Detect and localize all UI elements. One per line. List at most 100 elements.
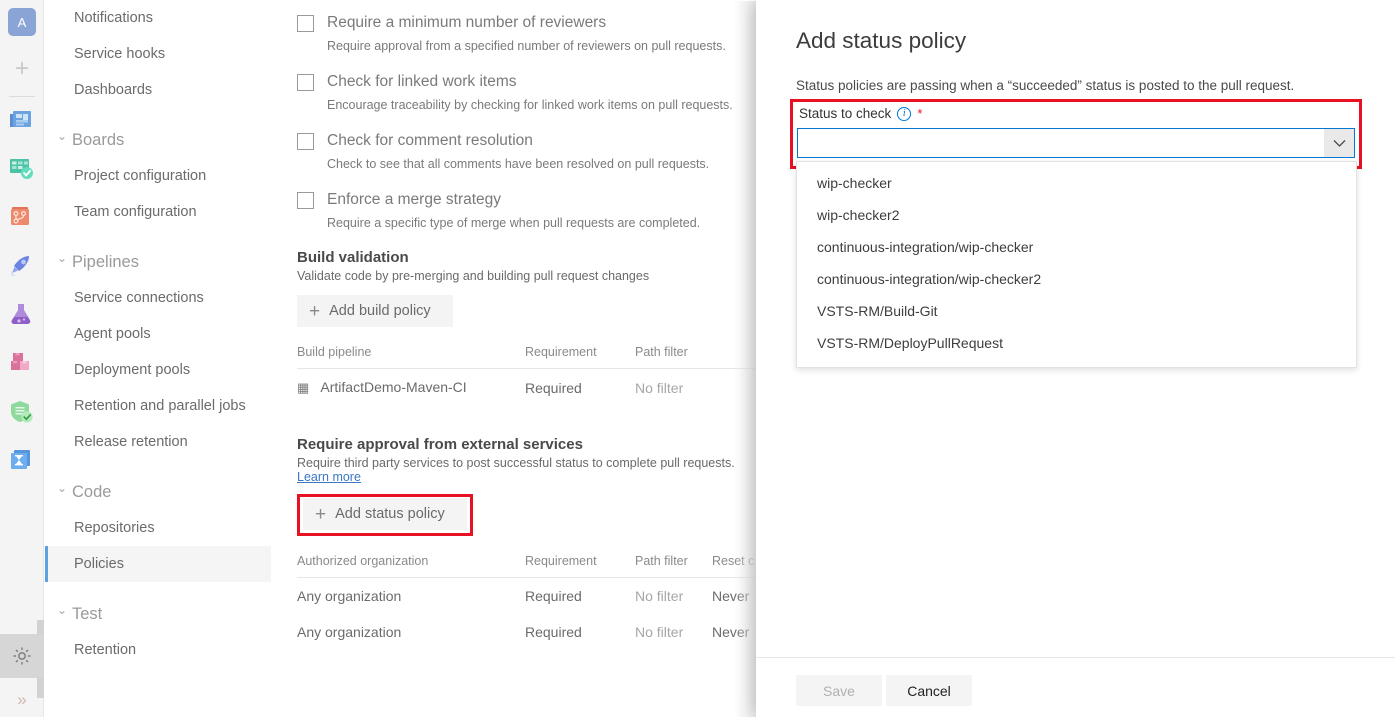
- sidebar-item-label: Project configuration: [74, 168, 206, 184]
- col-path-filter: Path filter: [635, 345, 756, 369]
- test-plans-icon[interactable]: [9, 302, 35, 328]
- pipelines-icon[interactable]: [9, 254, 35, 280]
- sidebar-item-label: Agent pools: [74, 326, 151, 342]
- add-build-policy-button[interactable]: + Add build policy: [297, 295, 453, 327]
- settings-nav: NotificationsService hooksDashboards⌄Boa…: [45, 0, 271, 717]
- policy-description: Require a specific type of merge when pu…: [327, 215, 756, 231]
- learn-more-link[interactable]: Learn more: [297, 470, 361, 484]
- sidebar-item-service-hooks[interactable]: Service hooks: [45, 36, 271, 72]
- table-header-row: Build pipeline Requirement Path filter: [297, 345, 756, 369]
- sidebar-item-repositories[interactable]: Repositories: [45, 510, 271, 546]
- nav-spacer: [45, 460, 271, 474]
- cell-path-filter: No filter: [635, 369, 756, 407]
- branch-policy-item: Check for comment resolutionCheck to see…: [297, 131, 756, 172]
- col-reset-conditions: Reset c: [712, 554, 756, 578]
- sidebar-item-retention-and-parallel-jobs[interactable]: Retention and parallel jobs: [45, 388, 271, 424]
- settings-gear-icon[interactable]: [0, 634, 44, 678]
- cancel-button[interactable]: Cancel: [886, 675, 972, 706]
- expand-chevron-icon[interactable]: »: [0, 682, 44, 717]
- table-row[interactable]: Any organizationRequiredNo filterNever: [297, 578, 756, 615]
- left-icon-rail: A +: [0, 0, 44, 717]
- sidebar-item-deployment-pools[interactable]: Deployment pools: [45, 352, 271, 388]
- save-button[interactable]: Save: [796, 675, 882, 706]
- col-requirement: Requirement: [525, 345, 635, 369]
- table-row[interactable]: ▦ ArtifactDemo-Maven-CI Required No filt…: [297, 369, 756, 407]
- add-status-policy-button[interactable]: + Add status policy: [303, 498, 467, 530]
- sidebar-item-label: Policies: [74, 556, 124, 572]
- nav-group-boards[interactable]: ⌄Boards: [45, 122, 271, 158]
- col-requirement: Requirement: [525, 554, 635, 578]
- nav-group-label: Boards: [72, 131, 124, 150]
- dropdown-option[interactable]: wip-checker: [797, 167, 1356, 199]
- cell-reset-conditions: Never: [712, 614, 756, 650]
- cell-organization: Any organization: [297, 614, 525, 650]
- branch-policy-list: Require a minimum number of reviewersReq…: [297, 13, 756, 231]
- table-header-row: Authorized organization Requirement Path…: [297, 554, 756, 578]
- dropdown-option[interactable]: continuous-integration/wip-checker: [797, 231, 1356, 263]
- sidebar-item-policies[interactable]: Policies: [45, 546, 271, 582]
- branch-policy-item: Require a minimum number of reviewersReq…: [297, 13, 756, 54]
- dropdown-option[interactable]: VSTS-RM/Build-Git: [797, 295, 1356, 327]
- rail-divider: [9, 96, 35, 97]
- policy-description: Check to see that all comments have been…: [327, 156, 756, 172]
- nav-spacer: [45, 108, 271, 122]
- chevron-down-icon[interactable]: [1324, 129, 1354, 157]
- chevron-down-icon: ⌄: [52, 129, 72, 143]
- nav-group-pipelines[interactable]: ⌄Pipelines: [45, 244, 271, 280]
- policy-title: Enforce a merge strategy: [327, 190, 756, 210]
- dropdown-option[interactable]: VSTS-RM/DeployPullRequest: [797, 327, 1356, 359]
- policy-description: Require approval from a specified number…: [327, 38, 756, 54]
- security-shield-icon[interactable]: [9, 400, 35, 426]
- chevron-down-icon: ⌄: [52, 603, 72, 617]
- sidebar-item-label: Notifications: [74, 10, 153, 26]
- dropdown-option[interactable]: continuous-integration/wip-checker2: [797, 263, 1356, 295]
- sidebar-item-retention[interactable]: Retention: [45, 632, 271, 668]
- cell-reset-conditions: Never: [712, 578, 756, 615]
- status-to-check-dropdown[interactable]: wip-checkerwip-checker2continuous-integr…: [796, 161, 1357, 368]
- policy-checkbox[interactable]: [297, 133, 314, 150]
- avatar[interactable]: A: [8, 8, 36, 36]
- nav-group-test[interactable]: ⌄Test: [45, 596, 271, 632]
- policy-checkbox[interactable]: [297, 15, 314, 32]
- dropdown-option[interactable]: wip-checker2: [797, 199, 1356, 231]
- external-services-table: Authorized organization Requirement Path…: [297, 554, 756, 650]
- sidebar-item-agent-pools[interactable]: Agent pools: [45, 316, 271, 352]
- nav-group-label: Test: [72, 605, 102, 624]
- policy-title: Check for linked work items: [327, 72, 756, 92]
- status-to-check-input[interactable]: [798, 129, 1324, 157]
- external-services-title: Require approval from external services: [297, 436, 756, 453]
- info-icon[interactable]: i: [897, 107, 911, 121]
- plus-icon: +: [315, 505, 326, 524]
- sidebar-item-release-retention[interactable]: Release retention: [45, 424, 271, 460]
- policy-checkbox[interactable]: [297, 74, 314, 91]
- policies-content: Require a minimum number of reviewersReq…: [271, 1, 756, 717]
- sidebar-item-label: Service connections: [74, 290, 204, 306]
- table-row[interactable]: Any organizationRequiredNo filterNever: [297, 614, 756, 650]
- nav-group-label: Code: [72, 483, 111, 502]
- nav-group-code[interactable]: ⌄Code: [45, 474, 271, 510]
- col-path-filter: Path filter: [635, 554, 712, 578]
- sidebar-item-dashboards[interactable]: Dashboards: [45, 72, 271, 108]
- col-authorized-organization: Authorized organization: [297, 554, 525, 578]
- status-to-check-label: Status to check i *: [799, 106, 922, 121]
- artifacts-icon[interactable]: [9, 351, 35, 377]
- cell-requirement: Required: [525, 614, 635, 650]
- boards-icon[interactable]: [9, 156, 35, 182]
- new-item-icon[interactable]: +: [8, 55, 36, 83]
- policy-checkbox[interactable]: [297, 192, 314, 209]
- nav-spacer: [45, 230, 271, 244]
- sidebar-item-label: Retention: [74, 642, 136, 658]
- sidebar-item-notifications[interactable]: Notifications: [45, 0, 271, 36]
- sidebar-item-team-configuration[interactable]: Team configuration: [45, 194, 271, 230]
- policy-description: Encourage traceability by checking for l…: [327, 97, 756, 113]
- sidebar-item-service-connections[interactable]: Service connections: [45, 280, 271, 316]
- status-to-check-combobox[interactable]: [797, 128, 1355, 158]
- retention-icon[interactable]: [9, 448, 35, 474]
- sidebar-item-project-configuration[interactable]: Project configuration: [45, 158, 271, 194]
- external-services-desc: Require third party services to post suc…: [297, 456, 756, 484]
- panel-subtitle: Status policies are passing when a “succ…: [796, 77, 1356, 95]
- overview-icon[interactable]: [9, 108, 35, 134]
- branch-policy-item: Check for linked work items Encourage tra…: [297, 72, 756, 113]
- repos-icon[interactable]: [9, 205, 35, 231]
- branch-policy-item: Enforce a merge strategy Require a specif…: [297, 190, 756, 231]
